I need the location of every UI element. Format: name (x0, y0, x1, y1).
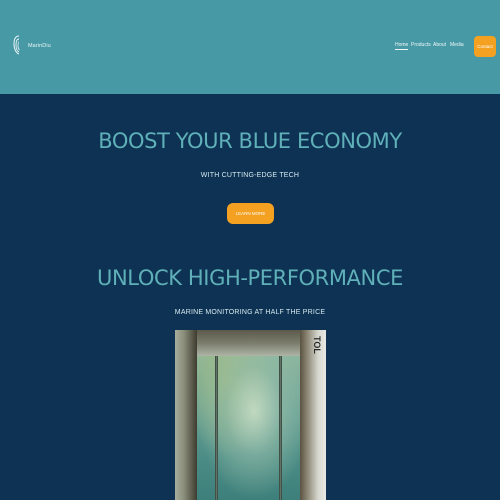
photo-rod (215, 352, 218, 500)
contact-button[interactable]: Contact (474, 36, 496, 57)
nav-home[interactable]: Home (395, 42, 409, 50)
photo-side-text: TOL (312, 336, 322, 354)
hero-headline-2: UNLOCK HIGH-PERFORMANCE (97, 266, 403, 290)
nav-products[interactable]: Products (411, 42, 431, 48)
site-header: MarinDiu Home Products About Media Conta… (0, 0, 500, 94)
photo-water-area (197, 352, 301, 500)
photo-frame-right: TOL (300, 330, 326, 500)
fingerprint-logo-icon (13, 35, 20, 55)
hero-subline-1: WITH CUTTING-EDGE TECH (200, 172, 300, 179)
learn-more-button[interactable]: LEARN MORE (227, 203, 274, 224)
brand-name: MarinDiu (28, 43, 51, 49)
brand-logo[interactable]: MarinDiu (13, 34, 63, 56)
underwater-camera-photo: TOL (175, 330, 326, 500)
photo-top-frame (193, 330, 303, 356)
nav-about[interactable]: About (433, 42, 446, 48)
photo-frame-left (175, 330, 197, 500)
photo-rod (279, 352, 282, 500)
nav-media[interactable]: Media (450, 42, 464, 48)
hero-subline-2: MARINE MONITORING AT HALF THE PRICE (174, 309, 326, 316)
hero-headline-1: BOOST YOUR BLUE ECONOMY (98, 129, 402, 153)
